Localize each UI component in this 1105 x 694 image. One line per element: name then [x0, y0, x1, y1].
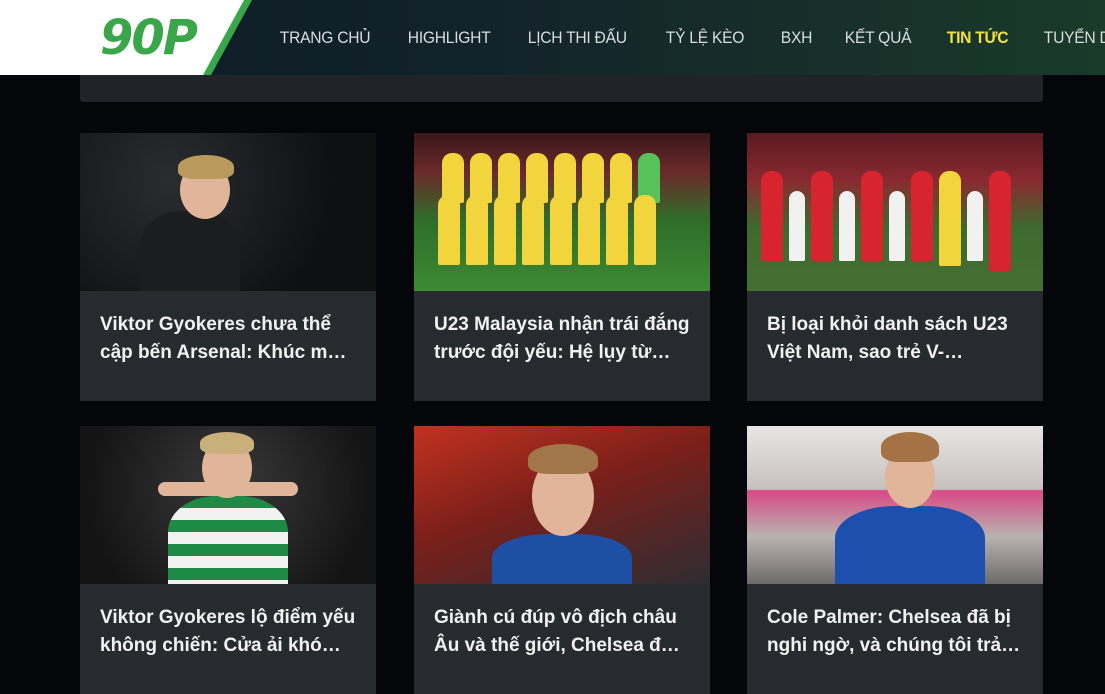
nav-item-trang-chu[interactable]: TRANG CHỦ	[266, 28, 384, 48]
news-card[interactable]: Bị loại khỏi danh sách U23 Việt Nam, sao…	[747, 133, 1043, 401]
article-title[interactable]: Cole Palmer: Chelsea đã bị nghi ngờ, và …	[747, 584, 1043, 660]
article-title[interactable]: U23 Malaysia nhận trái đắng trước đội yế…	[414, 291, 710, 367]
main-nav: TRANG CHỦ HIGHLIGHT LỊCH THI ĐẤU TỶ LỆ K…	[266, 0, 1105, 75]
article-thumbnail[interactable]	[747, 133, 1043, 291]
article-thumbnail[interactable]	[414, 426, 710, 584]
nav-item-ket-qua[interactable]: KẾT QUẢ	[831, 28, 925, 48]
nav-item-bxh[interactable]: BXH	[767, 28, 826, 48]
news-card[interactable]: Viktor Gyokeres lộ điểm yếu không chiến:…	[80, 426, 376, 694]
site-header: 90P TRANG CHỦ HIGHLIGHT LỊCH THI ĐẤU TỶ …	[0, 0, 1105, 75]
nav-item-tin-tuc[interactable]: TIN TỨC	[933, 28, 1022, 48]
news-card[interactable]: U23 Malaysia nhận trái đắng trước đội yế…	[414, 133, 710, 401]
article-thumbnail[interactable]	[414, 133, 710, 291]
article-title[interactable]: Giành cú đúp vô địch châu Âu và thế giới…	[414, 584, 710, 660]
article-title[interactable]: Bị loại khỏi danh sách U23 Việt Nam, sao…	[747, 291, 1043, 367]
nav-item-lich-thi-dau[interactable]: LỊCH THI ĐẤU	[514, 28, 641, 48]
article-title[interactable]: Viktor Gyokeres lộ điểm yếu không chiến:…	[80, 584, 376, 660]
news-card[interactable]: Cole Palmer: Chelsea đã bị nghi ngờ, và …	[747, 426, 1043, 694]
article-thumbnail[interactable]	[80, 426, 376, 584]
nav-item-tuyen-dung[interactable]: TUYỂN DỤNG	[1030, 28, 1105, 48]
news-card[interactable]: Viktor Gyokeres chưa thể cập bến Arsenal…	[80, 133, 376, 401]
article-thumbnail[interactable]	[80, 133, 376, 291]
nav-item-highlight[interactable]: HIGHLIGHT	[394, 28, 504, 48]
nav-item-ty-le-keo[interactable]: TỶ LỆ KÈO	[652, 28, 758, 48]
article-title[interactable]: Viktor Gyokeres chưa thể cập bến Arsenal…	[80, 291, 376, 367]
article-thumbnail[interactable]	[747, 426, 1043, 584]
content-top-panel	[80, 75, 1043, 102]
news-card[interactable]: Giành cú đúp vô địch châu Âu và thế giới…	[414, 426, 710, 694]
site-logo[interactable]: 90P	[100, 8, 198, 68]
